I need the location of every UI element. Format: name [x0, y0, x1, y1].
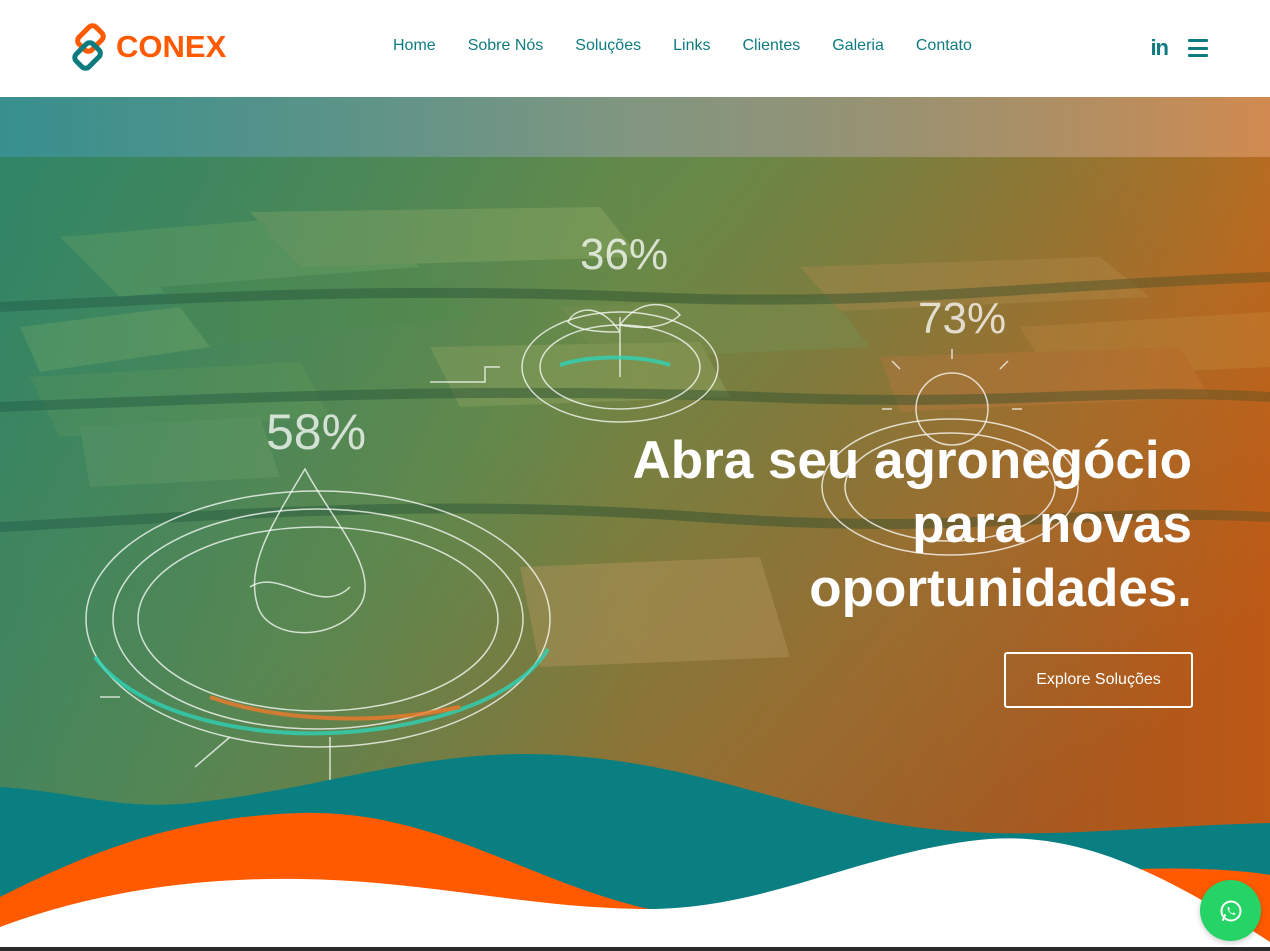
nav-solucoes[interactable]: Soluções	[559, 36, 657, 56]
whatsapp-button[interactable]	[1200, 880, 1261, 941]
header-actions: in	[1150, 35, 1208, 61]
hero-section: 36% 73% 58% Abra seu agronegócio para no…	[0, 97, 1270, 951]
nav-clientes[interactable]: Clientes	[726, 36, 816, 56]
nav-links[interactable]: Links	[657, 36, 726, 56]
stat-36: 36%	[580, 230, 668, 279]
brand-name: CONEX	[116, 29, 227, 64]
nav-home[interactable]: Home	[377, 36, 452, 56]
stat-73: 73%	[918, 294, 1006, 343]
nav-contato[interactable]: Contato	[900, 36, 988, 56]
linkedin-icon[interactable]: in	[1150, 35, 1169, 61]
nav-galeria[interactable]: Galeria	[816, 36, 900, 56]
hero-title: Abra seu agronegócio para novas oportuni…	[632, 431, 1192, 618]
brand-logo[interactable]: CONEX	[64, 22, 226, 72]
nav-sobre-nos[interactable]: Sobre Nós	[452, 36, 560, 56]
page-bottom-edge	[0, 947, 1270, 951]
conex-logo-icon	[72, 23, 106, 71]
whatsapp-icon	[1220, 900, 1241, 921]
site-header: CONEX Home Sobre Nós Soluções Links Clie…	[0, 0, 1270, 97]
hamburger-menu-icon[interactable]	[1188, 39, 1208, 57]
main-nav: Home Sobre Nós Soluções Links Clientes G…	[377, 36, 988, 56]
explore-solutions-button[interactable]: Explore Soluções	[1004, 652, 1193, 708]
stat-58: 58%	[266, 404, 366, 460]
